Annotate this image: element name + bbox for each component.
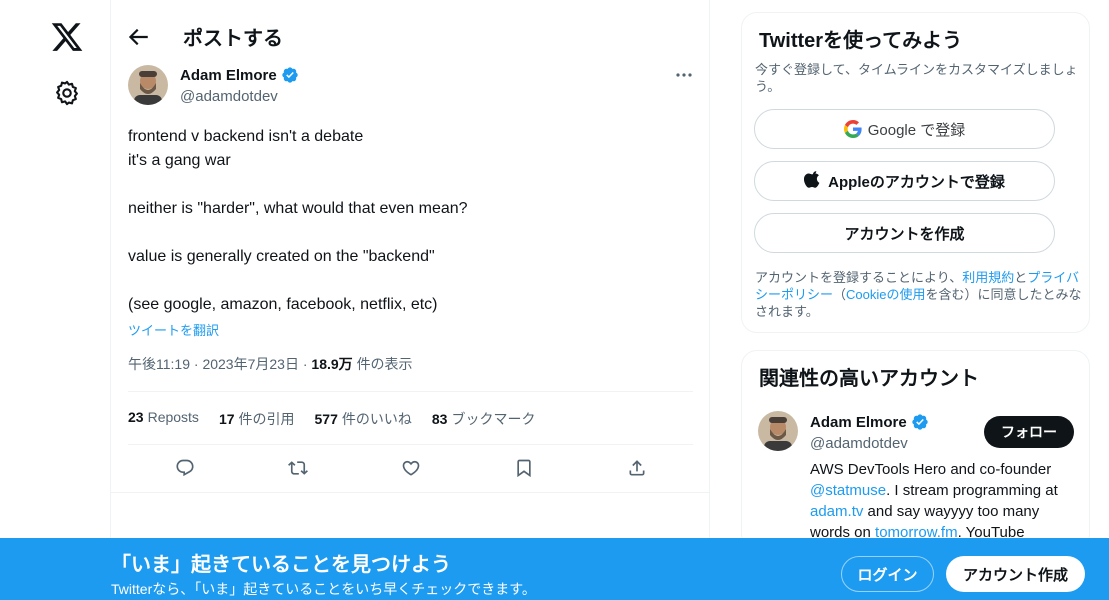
views-label: 件の表示 <box>356 356 413 372</box>
tweet-line: (see google, amazon, facebook, netflix, … <box>128 296 438 313</box>
tweet-time[interactable]: 午後11:19 <box>128 356 190 372</box>
page-title: ポストする <box>183 28 283 50</box>
tweet-line: neither is "harder", what would that eve… <box>128 200 468 217</box>
reposts-count: 23 <box>128 409 144 425</box>
divider <box>128 444 693 445</box>
bookmarks-count: 83 <box>431 411 448 427</box>
follow-button[interactable]: フォロー <box>984 416 1074 448</box>
author-name[interactable]: Adam Elmore <box>180 66 299 84</box>
bookmark-icon[interactable] <box>508 452 540 484</box>
signup-banner: 「いま」起きていることを見つけよう Twitterなら、「いま」起きていることを… <box>0 538 1109 600</box>
author-name-text: Adam Elmore <box>180 66 277 84</box>
tweet-date[interactable]: 2023年7月23日 <box>202 356 299 372</box>
login-button[interactable]: ログイン <box>841 556 934 592</box>
tweet-line: frontend v backend isn't a debate it's a… <box>128 128 364 169</box>
signup-card: Twitterを使ってみよう 今すぐ登録して、タイムラインをカスタマイズしましょ… <box>741 12 1090 333</box>
gear-icon[interactable] <box>53 79 81 107</box>
create-account-banner-button[interactable]: アカウント作成 <box>946 556 1085 592</box>
likes-stat[interactable]: 577 件のいいね <box>315 409 412 429</box>
heart-icon[interactable] <box>395 452 427 484</box>
terms-and: と <box>1014 270 1028 285</box>
google-signup-label: Google で登録 <box>867 121 966 139</box>
google-icon <box>843 120 862 138</box>
bio-text: AWS DevTools Hero and co-founder <box>810 461 1052 478</box>
terms-open: （ <box>833 287 847 302</box>
apple-signup-button[interactable]: Appleのアカウントで登録 <box>754 161 1055 201</box>
repost-icon[interactable] <box>282 452 314 484</box>
tweet-actions <box>128 452 693 484</box>
more-dots-icon[interactable] <box>671 66 697 84</box>
create-account-button[interactable]: アカウントを作成 <box>754 213 1055 253</box>
quotes-stat[interactable]: 17 件の引用 <box>219 409 295 429</box>
related-card-title: 関連性の高いアカウント <box>759 368 979 390</box>
bio-text: . I stream programming at <box>886 482 1058 499</box>
quotes-label: 件の引用 <box>238 411 295 427</box>
left-nav <box>0 0 111 600</box>
share-icon[interactable] <box>621 452 653 484</box>
tweet-stats: 23 Reposts 17 件の引用 577 件のいいね 83 ブックマーク <box>128 409 535 429</box>
tweet-text: frontend v backend isn't a debate it's a… <box>128 125 688 317</box>
likes-count: 577 <box>314 411 338 427</box>
views-count: 18.9万 <box>311 356 353 372</box>
apple-signup-label: Appleのアカウントで登録 <box>828 173 1005 191</box>
google-signup-button[interactable]: Google で登録 <box>754 109 1055 149</box>
reposts-label: Reposts <box>147 409 199 425</box>
divider <box>128 391 693 392</box>
reply-icon[interactable] <box>169 452 201 484</box>
author-handle[interactable]: @adamdotdev <box>180 88 278 105</box>
terms-text: アカウントを登録することにより、利用規約とプライバシーポリシー（Cookieの使… <box>755 269 1085 320</box>
bio-link-adam-tv[interactable]: adam.tv <box>810 503 863 520</box>
reposts-stat[interactable]: 23 Reposts <box>128 409 199 429</box>
related-account-name-text: Adam Elmore <box>810 413 907 431</box>
apple-icon <box>804 170 822 192</box>
tweet-spacer <box>128 173 688 197</box>
signup-card-subtitle: 今すぐ登録して、タイムラインをカスタマイズしましょう。 <box>755 62 1078 94</box>
verified-badge-icon <box>281 66 299 84</box>
banner-subtitle: Twitterなら、「いま」起きていることをいち早くチェックできます。 <box>111 581 536 597</box>
divider <box>111 492 710 493</box>
tweet-meta: 午後11:19 · 2023年7月23日 · 18.9万 件の表示 <box>128 354 413 374</box>
terms-link[interactable]: 利用規約 <box>962 270 1014 285</box>
bookmarks-label: ブックマーク <box>451 411 536 427</box>
related-account-name[interactable]: Adam Elmore <box>810 413 929 431</box>
x-logo-icon[interactable] <box>50 20 84 54</box>
related-accounts-card: 関連性の高いアカウント Adam Elmore @adamdotdev フォロー… <box>741 350 1090 550</box>
tweet-line: value is generally created on the "backe… <box>128 248 435 265</box>
translate-link[interactable]: ツイートを翻訳 <box>128 320 219 339</box>
arrow-left-icon[interactable] <box>125 24 151 50</box>
cookie-link[interactable]: Cookieの使用 <box>846 287 925 302</box>
likes-label: 件のいいね <box>341 411 412 427</box>
main-column: ポストする Adam Elmore @adamdotdev frontend v… <box>111 0 710 600</box>
signup-card-title: Twitterを使ってみよう <box>759 30 963 52</box>
bookmarks-stat[interactable]: 83 ブックマーク <box>432 409 536 429</box>
banner-title: 「いま」起きていることを見つけよう <box>111 554 451 576</box>
tweet-spacer <box>128 269 688 293</box>
bio-link-statmuse[interactable]: @statmuse <box>810 482 886 499</box>
related-account-handle[interactable]: @adamdotdev <box>810 435 908 452</box>
tweet-spacer <box>128 221 688 245</box>
quotes-count: 17 <box>218 411 235 427</box>
terms-prefix: アカウントを登録することにより、 <box>755 270 963 285</box>
verified-badge-icon <box>911 413 929 431</box>
avatar[interactable] <box>128 65 168 105</box>
avatar[interactable] <box>758 411 798 451</box>
related-account-bio: AWS DevTools Hero and co-founder @statmu… <box>810 459 1080 543</box>
